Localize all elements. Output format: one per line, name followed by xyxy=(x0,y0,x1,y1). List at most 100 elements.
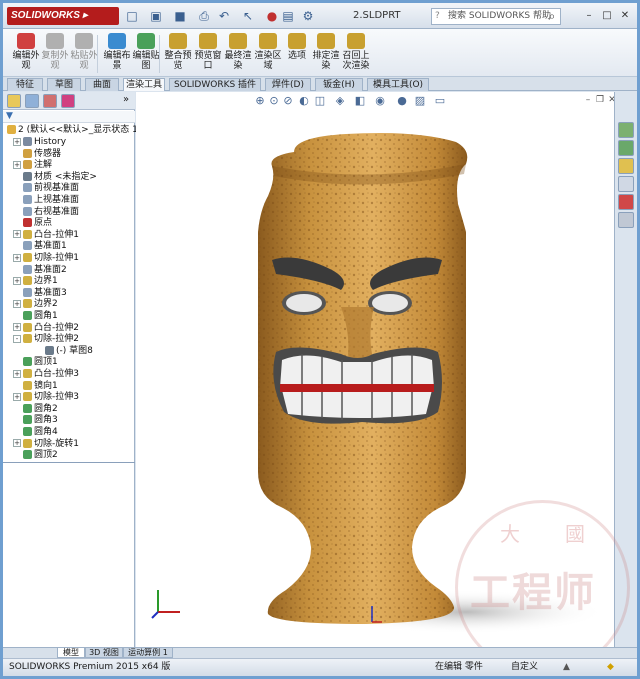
help-search-input[interactable]: ? 搜索 SOLIDWORKS 帮助 xyxy=(431,8,561,25)
tab-7[interactable]: 模具工具(O) xyxy=(367,78,429,91)
expand-toggle-icon[interactable]: + xyxy=(13,392,21,401)
solidworks-logo[interactable]: SOLIDWORKS ▸ xyxy=(7,7,119,25)
expand-toggle-icon[interactable]: + xyxy=(13,160,21,169)
tree-item[interactable]: + 切除-拉伸3 xyxy=(13,392,79,404)
resources-icon[interactable] xyxy=(618,122,634,138)
view-palette-icon[interactable] xyxy=(618,176,634,192)
tree-item[interactable]: 传感器 xyxy=(13,148,61,161)
tree-item[interactable]: 基准面2 xyxy=(13,264,67,277)
tree-item[interactable]: - 切除-拉伸2 xyxy=(13,334,79,346)
tree-item[interactable]: + 切除-拉伸1 xyxy=(13,253,79,265)
tree-item[interactable]: (-) 草图8 xyxy=(35,345,93,358)
expand-toggle-icon[interactable]: + xyxy=(13,137,21,146)
save-icon[interactable]: ■ xyxy=(173,9,187,23)
tree-item[interactable]: 基准面3 xyxy=(13,287,67,300)
expand-toggle-icon[interactable]: + xyxy=(13,369,21,378)
tree-item[interactable]: + History xyxy=(13,137,66,149)
appearances-scenes-icon[interactable] xyxy=(618,194,634,210)
bottom-tab-0[interactable]: 模型 xyxy=(57,648,85,658)
panel-expand-icon[interactable]: » xyxy=(123,94,129,105)
tree-item[interactable]: + 边界2 xyxy=(13,299,58,311)
tree-item[interactable]: + 凸台-拉伸1 xyxy=(13,229,79,242)
expand-toggle-icon[interactable]: + xyxy=(13,253,21,262)
expand-toggle-icon[interactable]: - xyxy=(13,334,21,343)
configuration-manager-tab-icon[interactable] xyxy=(43,94,57,108)
tab-3[interactable]: 渲染工具 xyxy=(123,78,165,91)
display-manager-tab-icon[interactable] xyxy=(61,94,75,108)
tree-item[interactable]: 圆顶2 xyxy=(13,450,58,462)
expand-toggle-icon[interactable]: + xyxy=(13,439,21,448)
ribbon-button-6[interactable]: 预览窗口 xyxy=(193,33,223,75)
tree-item[interactable]: 镜向1 xyxy=(13,380,58,393)
tree-item[interactable]: 原点 xyxy=(13,218,52,230)
ribbon-button-11[interactable]: 召回上次渲染 xyxy=(341,33,371,75)
bottom-tab-1[interactable]: 3D 视图 xyxy=(85,648,123,658)
select-arrow-icon[interactable]: ↖ xyxy=(241,9,255,23)
tree-item[interactable]: 上视基准面 xyxy=(13,195,79,207)
tab-1[interactable]: 草图 xyxy=(47,78,81,91)
options-gear-icon[interactable]: ⚙ xyxy=(301,9,315,23)
tab-5[interactable]: 焊件(D) xyxy=(265,78,311,91)
tree-filter[interactable]: ▼ xyxy=(3,111,135,123)
expand-toggle-icon[interactable]: + xyxy=(13,299,21,308)
tree-item[interactable]: 圆顶1 xyxy=(13,357,58,369)
units-chevron-icon[interactable]: ▲ xyxy=(563,659,570,676)
feature-icon xyxy=(23,450,32,460)
ribbon-button-8[interactable]: 渲染区域 xyxy=(253,33,283,75)
tab-0[interactable]: 特征 xyxy=(7,78,43,91)
tree-item-label: 切除-拉伸1 xyxy=(34,253,79,263)
ribbon-button-9[interactable]: 选项 xyxy=(282,33,312,75)
tree-item[interactable]: 材质 <未指定> xyxy=(13,171,97,184)
tree-item[interactable]: 圆角1 xyxy=(13,311,58,323)
tree-item[interactable]: 前视基准面 xyxy=(13,183,79,195)
new-document-icon[interactable]: □ xyxy=(125,9,139,23)
tab-6[interactable]: 钣金(H) xyxy=(315,78,363,91)
undo-icon[interactable]: ↶ xyxy=(217,9,231,23)
tree-item[interactable]: 圆角3 xyxy=(13,415,58,427)
tab-2[interactable]: 曲面 xyxy=(85,78,119,91)
tree-item[interactable]: 基准面1 xyxy=(13,241,67,253)
rebuild-icon[interactable]: ● xyxy=(265,9,279,23)
tree-item[interactable]: 右视基准面 xyxy=(13,206,79,219)
expand-toggle-icon xyxy=(13,207,21,215)
expand-toggle-icon[interactable]: + xyxy=(13,323,21,332)
close-button[interactable]: ✕ xyxy=(617,8,633,23)
property-manager-tab-icon[interactable] xyxy=(25,94,39,108)
notification-icon[interactable]: ◆ xyxy=(607,659,614,676)
print-icon[interactable]: ⎙ xyxy=(197,9,211,23)
tree-item[interactable]: 圆角4 xyxy=(13,427,58,439)
file-explorer-icon[interactable] xyxy=(618,158,634,174)
maximize-button[interactable]: □ xyxy=(599,8,615,23)
tree-item[interactable]: + 边界1 xyxy=(13,276,58,288)
search-icon[interactable]: ⌕ xyxy=(543,8,561,25)
ribbon-button-4[interactable]: 编辑贴图 xyxy=(131,33,161,75)
open-folder-icon[interactable]: ▣ xyxy=(149,9,163,23)
tree-item[interactable]: 圆角2 xyxy=(13,403,58,416)
minimize-button[interactable]: – xyxy=(581,8,597,23)
bottom-tab-2[interactable]: 运动算例 1 xyxy=(123,648,173,658)
units-selector[interactable]: 自定义 xyxy=(511,659,538,676)
ribbon-button-0[interactable]: 编辑外观 xyxy=(11,33,41,75)
expand-toggle-icon[interactable]: + xyxy=(13,276,21,285)
ribbon-button-10[interactable]: 排定渲染 xyxy=(311,33,341,75)
feature-manager-tab-icon[interactable] xyxy=(7,94,21,108)
ribbon-button-3[interactable]: 编辑布景 xyxy=(102,33,132,75)
ribbon-button-1[interactable]: 复制外观 xyxy=(40,33,70,75)
ribbon-button-7[interactable]: 最终渲染 xyxy=(223,33,253,75)
ribbon-button-2[interactable]: 粘贴外观 xyxy=(69,33,99,75)
status-bar: SOLIDWORKS Premium 2015 x64 版 在编辑 零件 自定义… xyxy=(3,658,637,676)
tree-item[interactable]: + 注解 xyxy=(13,160,52,172)
ribbon-button-5[interactable]: 整合预览 xyxy=(163,33,193,75)
design-library-icon[interactable] xyxy=(618,140,634,156)
tree-item[interactable]: + 凸台-拉伸3 xyxy=(13,369,79,381)
tree-item[interactable]: + 凸台-拉伸2 xyxy=(13,322,79,335)
tree-root[interactable]: 2 (默认<<默认>_显示状态 1>) xyxy=(7,125,149,137)
ribbon-button-label: 召回上次渲染 xyxy=(342,51,370,71)
final-render-icon xyxy=(229,33,247,49)
custom-properties-icon[interactable] xyxy=(618,212,634,228)
panel-splitter[interactable] xyxy=(3,462,135,463)
tree-item[interactable]: + 切除-旋转1 xyxy=(13,438,79,451)
expand-toggle-icon[interactable]: + xyxy=(13,230,21,239)
file-properties-icon[interactable]: ▤ xyxy=(281,9,295,23)
tab-4[interactable]: SOLIDWORKS 插件 xyxy=(169,78,261,91)
